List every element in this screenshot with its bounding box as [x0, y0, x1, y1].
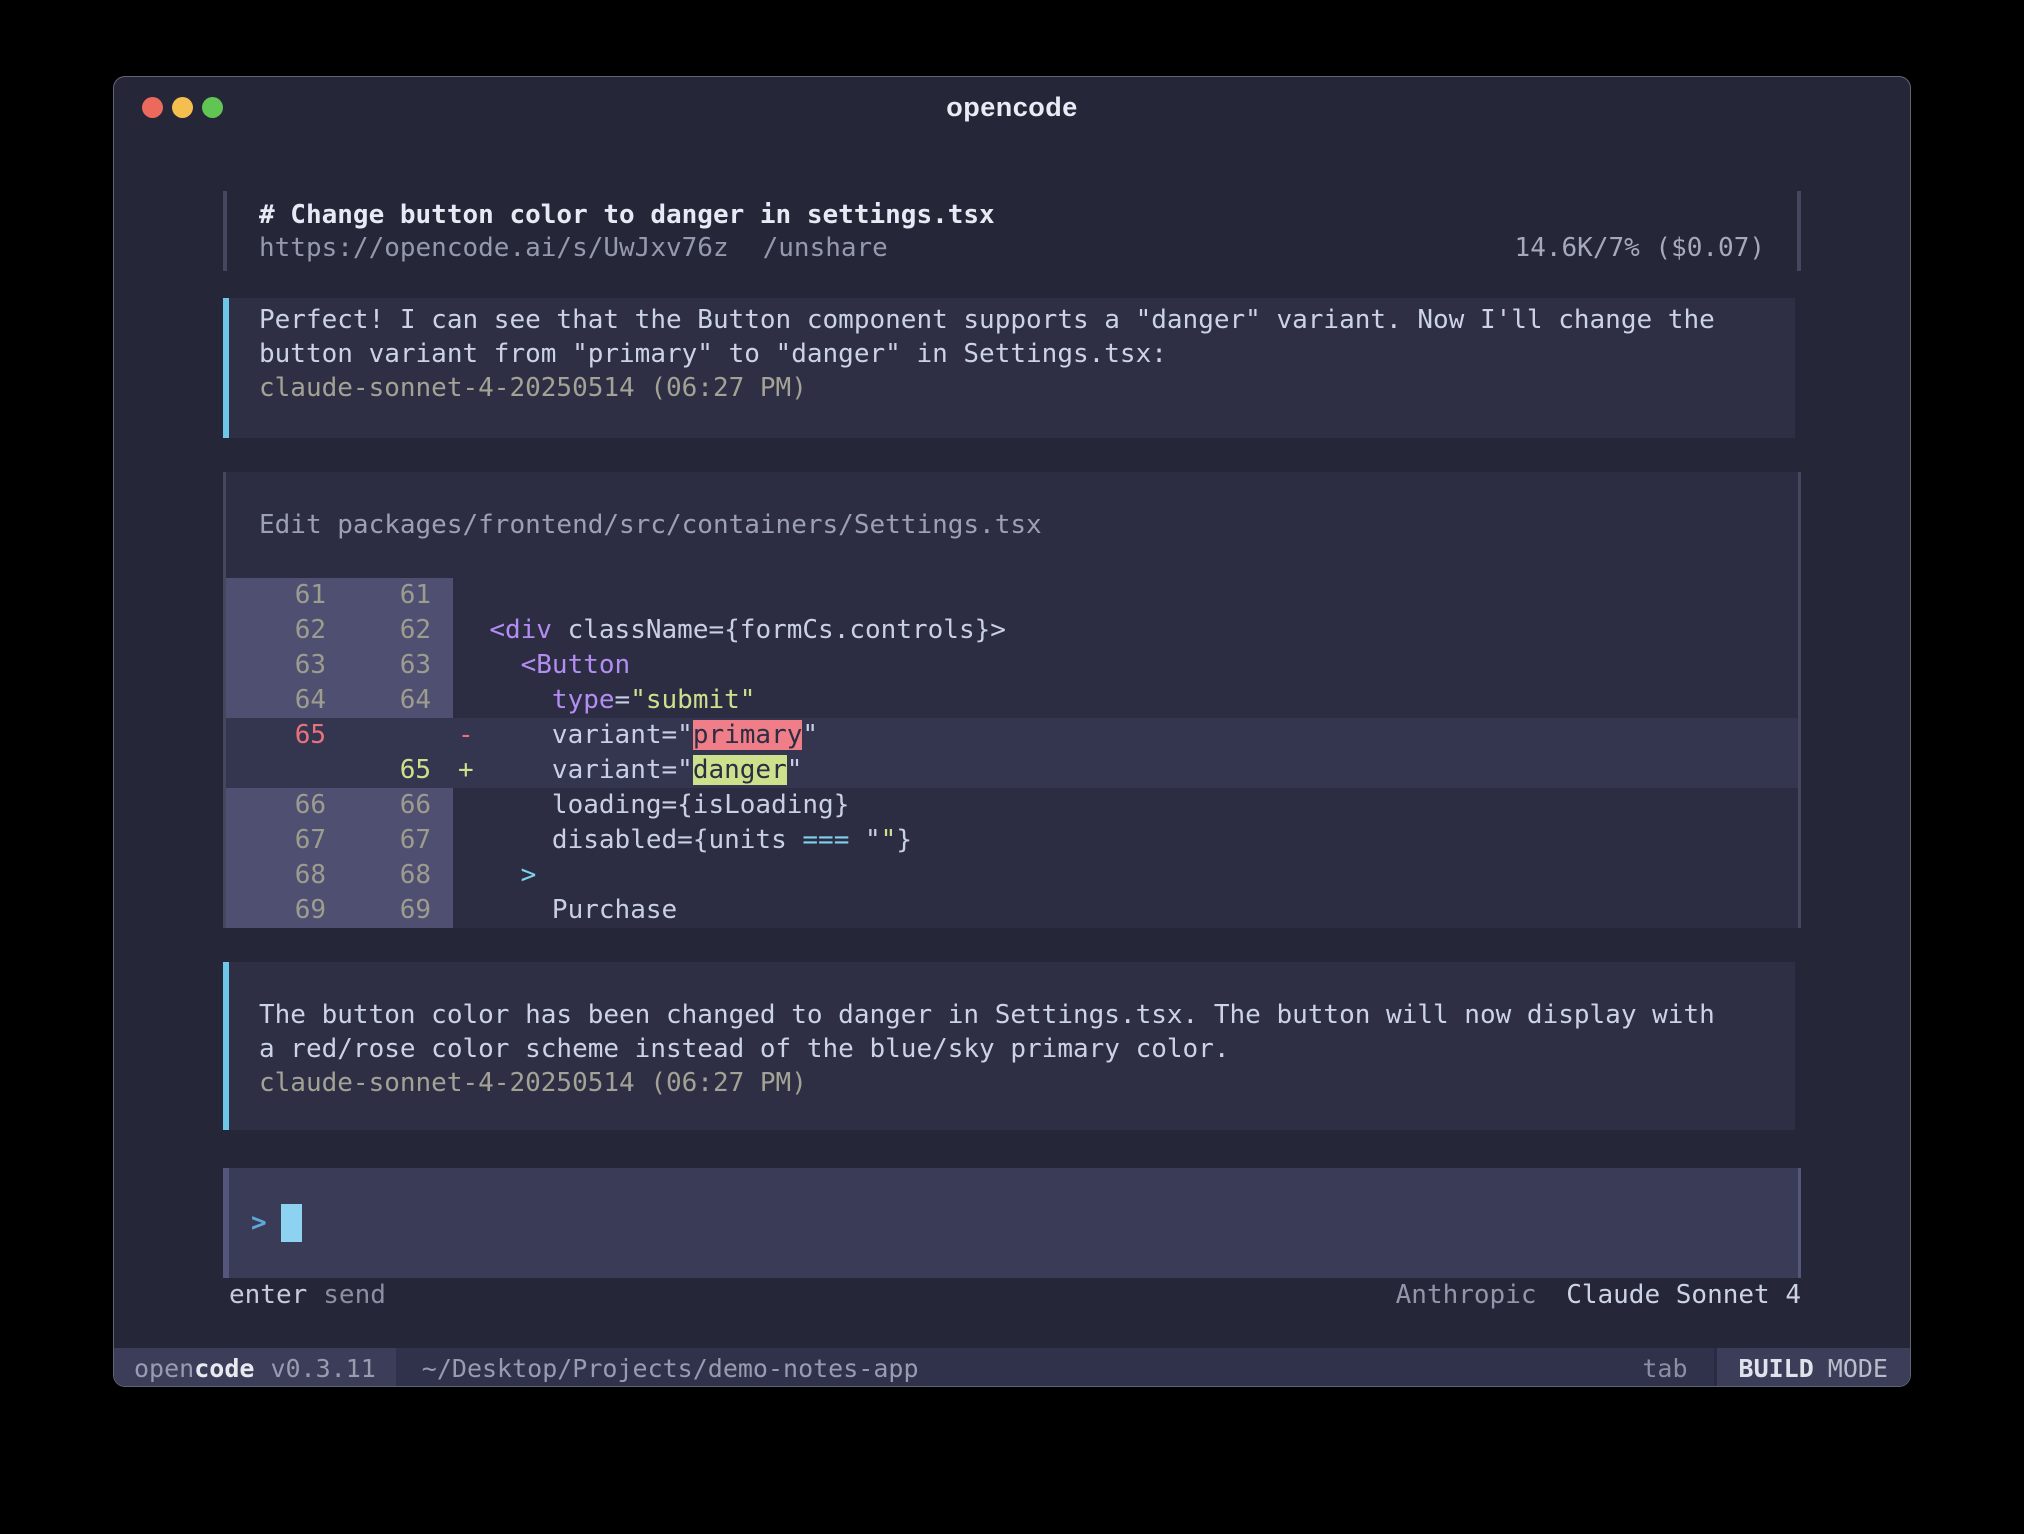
- send-hint: send: [323, 1280, 386, 1310]
- app-version-chip: opencode v0.3.11: [114, 1348, 396, 1387]
- diff-row: 6767 disabled={units === ""}: [226, 823, 1798, 858]
- model-indicator: Anthropic Claude Sonnet 4: [1396, 1280, 1801, 1310]
- diff-rows: 61616262 <div className={formCs.controls…: [226, 578, 1798, 928]
- diff-code-line: >: [453, 858, 536, 893]
- zoom-button[interactable]: [202, 97, 223, 118]
- diff-code-line: disabled={units === ""}: [453, 823, 912, 858]
- tab-key-hint: tab: [1642, 1354, 1687, 1383]
- diff-code-line: Purchase: [453, 893, 677, 928]
- model-provider: Anthropic: [1396, 1280, 1537, 1310]
- diff-code-line: type="submit": [453, 683, 755, 718]
- mode-label-dim: MODE: [1828, 1354, 1888, 1383]
- message-line: a red/rose color scheme instead of the b…: [259, 1032, 1795, 1066]
- app-version: v0.3.11: [270, 1354, 375, 1383]
- token-usage: 14.6K/7% ($0.07): [1515, 233, 1765, 263]
- app-name-strong: code: [194, 1354, 254, 1383]
- message-line: The button color has been changed to dan…: [259, 998, 1795, 1032]
- message-line: Perfect! I can see that the Button compo…: [259, 303, 1795, 337]
- session-header: # Change button color to danger in setti…: [223, 191, 1801, 271]
- message-line: button variant from "primary" to "danger…: [259, 337, 1795, 371]
- window-title: opencode: [114, 92, 1910, 123]
- diff-code-line: <Button: [453, 648, 630, 683]
- message-meta: claude-sonnet-4-20250514 (06:27 PM): [259, 371, 1795, 405]
- diff-row: 6363 <Button: [226, 648, 1798, 683]
- prompt-symbol: >: [251, 1208, 267, 1238]
- diff-code-line: + variant="danger": [453, 753, 802, 788]
- build-mode-chip[interactable]: BUILD MODE: [1714, 1348, 1910, 1387]
- share-url[interactable]: https://opencode.ai/s/UwJxv76z: [259, 233, 729, 263]
- diff-row: 6868 >: [226, 858, 1798, 893]
- diff-code-line: - variant="primary": [453, 718, 818, 753]
- hint-row: enter send Anthropic Claude Sonnet 4: [223, 1277, 1801, 1313]
- edit-file-path: Edit packages/frontend/src/containers/Se…: [226, 472, 1798, 542]
- close-button[interactable]: [142, 97, 163, 118]
- status-bar: opencode v0.3.11 ~/Desktop/Projects/demo…: [114, 1348, 1910, 1387]
- model-name: Claude Sonnet 4: [1566, 1280, 1801, 1310]
- diff-code-line: loading={isLoading}: [453, 788, 849, 823]
- diff-row: 6969 Purchase: [226, 893, 1798, 928]
- diff-row: 65+ variant="danger": [226, 753, 1798, 788]
- assistant-message: Perfect! I can see that the Button compo…: [223, 298, 1795, 438]
- traffic-lights: [142, 77, 223, 137]
- titlebar: opencode: [114, 77, 1910, 137]
- assistant-message: The button color has been changed to dan…: [223, 962, 1795, 1130]
- prompt-input[interactable]: >: [223, 1168, 1801, 1278]
- session-title: # Change button color to danger in setti…: [259, 200, 1765, 230]
- mode-label-strong: BUILD: [1739, 1354, 1814, 1383]
- diff-row: 65- variant="primary": [226, 718, 1798, 753]
- diff-code-line: <div className={formCs.controls}>: [453, 613, 1006, 648]
- diff-row: 6464 type="submit": [226, 683, 1798, 718]
- edit-tool-card: Edit packages/frontend/src/containers/Se…: [223, 472, 1801, 928]
- message-meta: claude-sonnet-4-20250514 (06:27 PM): [259, 1066, 1795, 1100]
- minimize-button[interactable]: [172, 97, 193, 118]
- enter-key-hint: enter: [229, 1280, 307, 1310]
- diff-row: 6666 loading={isLoading}: [226, 788, 1798, 823]
- opencode-window: opencode # Change button color to danger…: [113, 76, 1911, 1387]
- app-name-dim: open: [134, 1354, 194, 1383]
- working-directory: ~/Desktop/Projects/demo-notes-app: [422, 1354, 919, 1383]
- diff-row: 6161: [226, 578, 1798, 613]
- diff-code-line: [453, 578, 458, 613]
- text-cursor: [281, 1204, 302, 1242]
- diff-row: 6262 <div className={formCs.controls}>: [226, 613, 1798, 648]
- unshare-command[interactable]: /unshare: [763, 233, 888, 263]
